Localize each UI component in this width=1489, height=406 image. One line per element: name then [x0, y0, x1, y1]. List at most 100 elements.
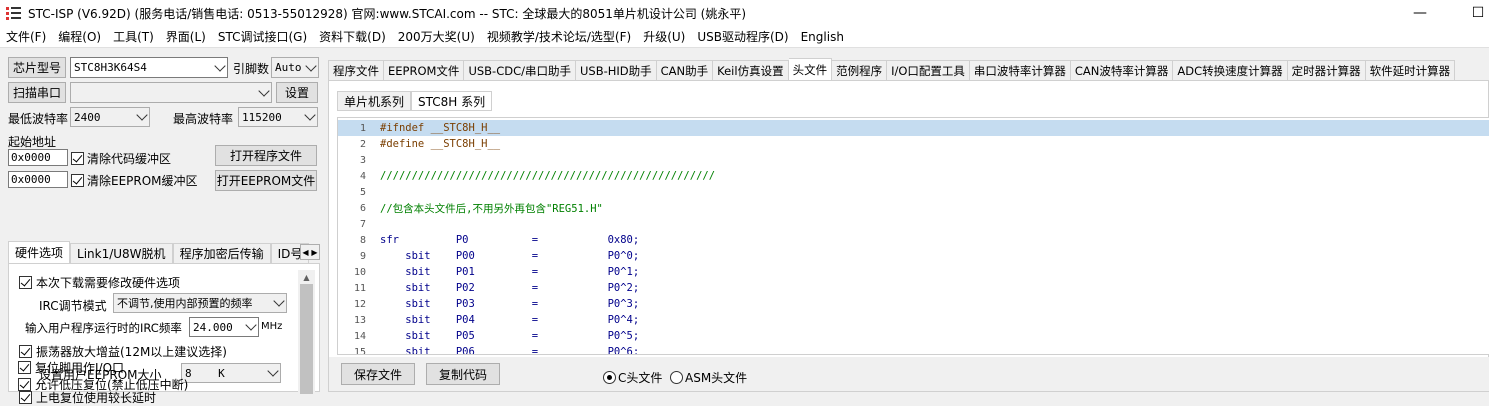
pins-label: 引脚数	[233, 62, 270, 76]
max-baud-select[interactable]: 115200	[238, 107, 318, 127]
modify-hardware-label: 本次下载需要修改硬件选项	[36, 276, 181, 290]
code-line: 1 #ifndef __STC8H_H__	[338, 120, 1489, 136]
low-volt-label: 允许低压复位(禁止低压中断)	[35, 378, 189, 392]
maximize-button[interactable]: ☐	[1456, 0, 1489, 26]
scroll-left-icon[interactable]: ◀	[301, 245, 310, 259]
menu-video[interactable]: 视频教学/技术论坛/选型(F)	[481, 27, 637, 47]
editor-bottom-bar: 保存文件 复制代码 C头文件 ASM头文件	[329, 357, 1489, 391]
code-line: 6//包含本头文件后,不用另外再包含"REG51.H"	[359, 202, 603, 215]
copy-code-button[interactable]: 复制代码	[426, 363, 500, 385]
tab-link1-offline[interactable]: Link1/U8W脱机	[70, 243, 173, 263]
tab-io-config[interactable]: I/O口配置工具	[887, 60, 970, 80]
tab-eeprom-file[interactable]: EEPROM文件	[384, 60, 465, 80]
irc-freq-input[interactable]: 24.000	[189, 317, 259, 337]
min-baud-label: 最低波特率	[8, 112, 69, 126]
radio-icon	[670, 371, 683, 384]
asm-header-radio[interactable]: ASM头文件	[670, 369, 747, 386]
checkbox-icon	[71, 152, 84, 165]
menu-program[interactable]: 编程(O)	[52, 27, 107, 47]
clear-eeprom-checkbox[interactable]: 清除EEPROM缓冲区	[71, 172, 198, 189]
title-bar: STC-ISP (V6.92D) (服务电话/销售电话: 0513-550129…	[0, 0, 1489, 26]
open-eeprom-file-button[interactable]: 打开EEPROM文件	[215, 170, 317, 191]
low-volt-checkbox[interactable]: 允许低压复位(禁止低压中断)	[18, 377, 188, 392]
code-line: 9 sbit P00 = P0^0;	[359, 250, 640, 262]
chevron-down-icon	[305, 59, 317, 72]
eeprom-size-select[interactable]: 8 K	[181, 363, 281, 383]
tab-scroll-buttons[interactable]: ◀ ▶	[300, 244, 320, 260]
tab-hardware-options[interactable]: 硬件选项	[8, 241, 71, 263]
clear-eeprom-label: 清除EEPROM缓冲区	[87, 174, 198, 188]
reset-pin-checkbox[interactable]: 复位脚用作I/O口	[18, 359, 124, 376]
checkbox-icon	[71, 174, 84, 187]
osc-gain-checkbox[interactable]: 振荡器放大增益(12M以上建议选择)	[19, 343, 227, 360]
max-baud-value: 115200	[242, 110, 282, 124]
tab-delay-calc[interactable]: 软件延时计算器	[1365, 60, 1456, 80]
right-tab-strip: 程序文件 EEPROM文件 USB-CDC/串口助手 USB-HID助手 CAN…	[328, 58, 1456, 80]
menu-prize[interactable]: 200万大奖(U)	[392, 27, 481, 47]
tab-usb-cdc[interactable]: USB-CDC/串口助手	[464, 60, 576, 80]
tab-header-file[interactable]: 头文件	[788, 58, 833, 80]
clear-code-checkbox[interactable]: 清除代码缓冲区	[71, 150, 171, 167]
eeprom-size-value: 8 K	[185, 366, 225, 380]
app-logo-icon	[6, 5, 22, 21]
open-program-file-button[interactable]: 打开程序文件	[215, 145, 317, 166]
c-header-radio[interactable]: C头文件	[603, 369, 662, 386]
pins-select[interactable]: Auto	[271, 57, 319, 78]
code-address-input[interactable]: 0x0000	[8, 149, 68, 166]
chevron-down-icon	[258, 84, 270, 97]
scroll-right-icon[interactable]: ▶	[310, 245, 319, 259]
series-tab-stc8h[interactable]: STC8H 系列	[411, 91, 493, 111]
chip-type-button[interactable]: 芯片型号	[8, 57, 66, 78]
irc-mode-select[interactable]: 不调节,使用内部预置的频率	[113, 293, 287, 313]
irc-freq-unit: MHz	[261, 321, 283, 332]
menu-upgrade[interactable]: 升级(U)	[637, 27, 691, 47]
tab-can-helper[interactable]: CAN助手	[656, 60, 714, 80]
eeprom-address-input[interactable]: 0x0000	[8, 171, 68, 188]
scan-port-button[interactable]: 扫描串口	[8, 82, 66, 103]
scrollbar-thumb[interactable]	[300, 284, 313, 394]
save-file-button[interactable]: 保存文件	[341, 363, 415, 385]
tab-adc-speed[interactable]: ADC转换速度计算器	[1173, 60, 1288, 80]
tab-program-file[interactable]: 程序文件	[328, 60, 384, 80]
chip-type-select[interactable]: STC8H3K64S4	[70, 57, 228, 78]
irc-mode-label: IRC调节模式	[39, 299, 107, 313]
checkbox-icon	[19, 276, 32, 289]
min-baud-select[interactable]: 2400	[70, 107, 150, 127]
code-line: 8 sfr P0 = 0x80;	[359, 234, 640, 246]
minimize-button[interactable]: —	[1398, 0, 1442, 26]
chevron-down-icon	[245, 319, 257, 331]
checkbox-icon	[18, 378, 31, 391]
reset-pin-label: 复位脚用作I/O口	[35, 361, 125, 375]
menu-usb-driver[interactable]: USB驱动程序(D)	[691, 27, 794, 47]
code-line: 11 sbit P02 = P0^2;	[353, 282, 640, 294]
menu-debug[interactable]: STC调试接口(G)	[212, 27, 313, 47]
settings-button[interactable]: 设置	[276, 82, 318, 103]
menu-english[interactable]: English	[795, 27, 850, 47]
menu-download[interactable]: 资料下载(D)	[313, 27, 392, 47]
modify-hardware-checkbox[interactable]: 本次下载需要修改硬件选项	[19, 274, 180, 291]
menu-bar: 文件(F) 编程(O) 工具(T) 界面(L) STC调试接口(G) 资料下载(…	[0, 26, 1489, 48]
min-baud-value: 2400	[74, 110, 101, 124]
tab-examples[interactable]: 范例程序	[832, 60, 888, 80]
options-scrollbar[interactable]: ▲	[298, 270, 315, 395]
scroll-up-icon[interactable]: ▲	[298, 270, 315, 284]
tab-keil-sim[interactable]: Keil仿真设置	[713, 60, 789, 80]
code-editor[interactable]: 1 #ifndef __STC8H_H__ 2 #define __STC8H_H_…	[337, 117, 1489, 355]
code-line: 5	[359, 186, 366, 198]
port-select[interactable]	[70, 82, 272, 103]
tab-can-baud[interactable]: CAN波特率计算器	[1070, 60, 1174, 80]
code-line: 15 sbit P06 = P0^6;	[353, 346, 640, 355]
tab-encrypted-transfer[interactable]: 程序加密后传输	[172, 243, 271, 263]
chip-type-value: STC8H3K64S4	[74, 61, 147, 74]
menu-file[interactable]: 文件(F)	[0, 27, 52, 47]
chevron-down-icon	[267, 365, 279, 377]
tab-timer-calc[interactable]: 定时器计算器	[1287, 60, 1366, 80]
tab-usb-hid[interactable]: USB-HID助手	[575, 60, 657, 80]
tab-uart-baud[interactable]: 串口波特率计算器	[969, 60, 1071, 80]
checkbox-icon	[19, 391, 32, 404]
left-tab-strip: 硬件选项 Link1/U8W脱机 程序加密后传输 ID号	[8, 241, 310, 263]
menu-interface[interactable]: 界面(L)	[160, 27, 212, 47]
irc-mode-value: 不调节,使用内部预置的频率	[117, 297, 253, 310]
checkbox-icon	[18, 361, 31, 374]
menu-tools[interactable]: 工具(T)	[107, 27, 160, 47]
